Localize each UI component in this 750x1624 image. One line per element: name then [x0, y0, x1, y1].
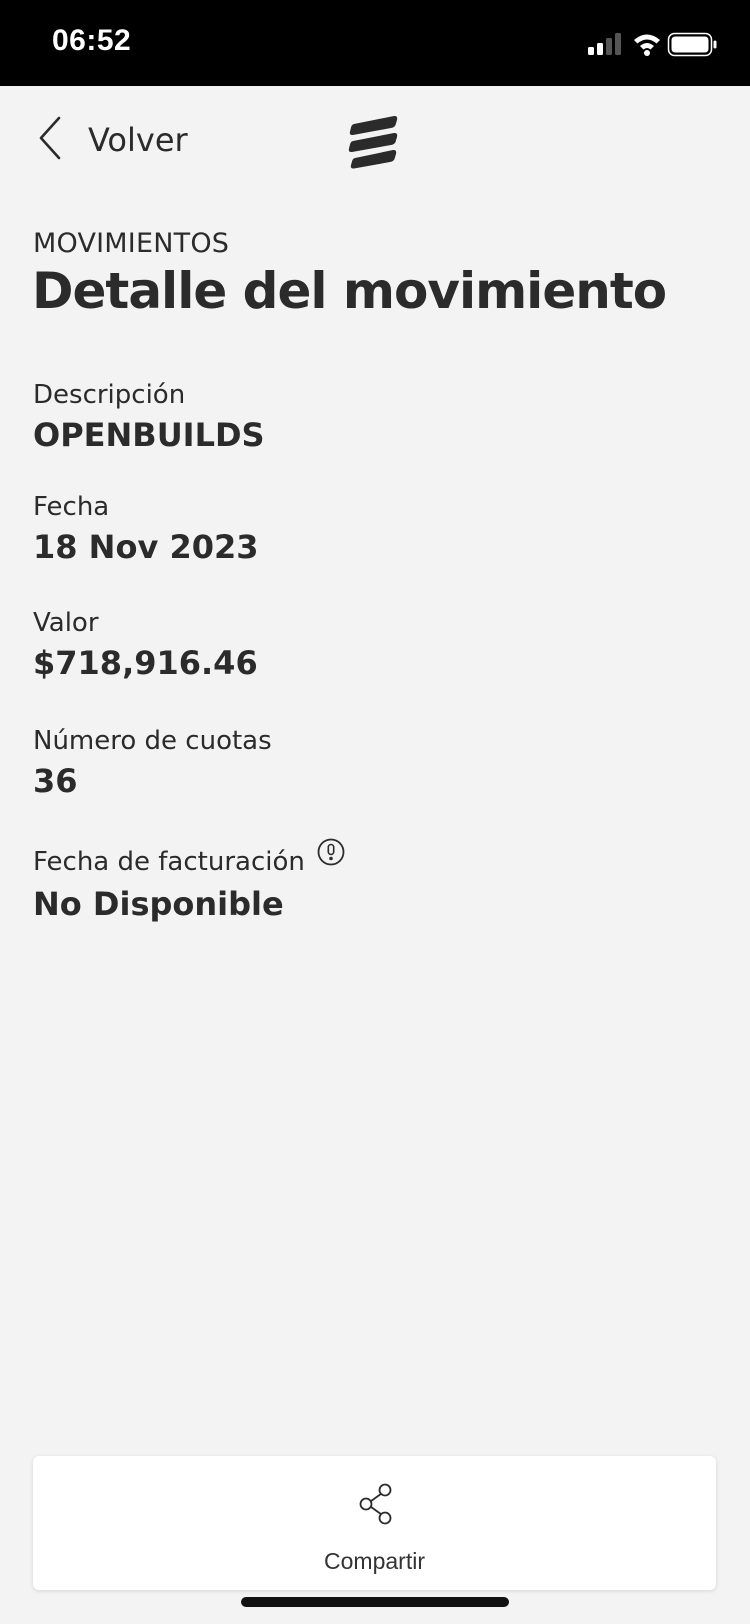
- section-label: MOVIMIENTOS: [33, 228, 230, 259]
- field-descripcion: Descripción OPENBUILDS: [33, 380, 265, 454]
- field-value: No Disponible: [33, 885, 284, 923]
- status-icons: [588, 32, 718, 60]
- field-value: 36: [33, 762, 78, 800]
- field-value: $718,916.46: [33, 644, 258, 682]
- back-button[interactable]: Volver: [38, 112, 188, 168]
- home-indicator[interactable]: [241, 1597, 509, 1607]
- bank-logo-icon: [346, 114, 402, 174]
- page-title: Detalle del movimiento: [32, 262, 667, 320]
- share-label: Compartir: [324, 1548, 425, 1574]
- field-label: Número de cuotas: [33, 726, 272, 756]
- chevron-left-icon: [38, 116, 62, 164]
- field-label: Fecha de facturación: [33, 846, 305, 877]
- status-bar: 06:52: [0, 0, 750, 86]
- share-button[interactable]: Compartir: [33, 1456, 716, 1590]
- status-time: 06:52: [52, 24, 132, 57]
- cellular-signal-icon: [588, 33, 621, 55]
- back-label: Volver: [88, 121, 188, 159]
- field-label-row: Fecha de facturación: [33, 838, 345, 879]
- field-numero-cuotas: Número de cuotas 36: [33, 726, 272, 800]
- navigation-bar: Volver: [0, 86, 750, 196]
- field-fecha: Fecha 18 Nov 2023: [33, 492, 259, 566]
- battery-icon: [667, 32, 717, 57]
- field-valor: Valor $718,916.46: [33, 608, 258, 682]
- exclamation-circle-icon[interactable]: [317, 838, 345, 873]
- field-fecha-facturacion: Fecha de facturación No Disponible: [33, 838, 345, 923]
- field-label: Fecha: [33, 492, 110, 522]
- field-label: Valor: [33, 608, 99, 638]
- field-label: Descripción: [33, 380, 186, 410]
- field-value: 18 Nov 2023: [33, 528, 259, 566]
- wifi-icon: [634, 34, 660, 56]
- share-icon: [358, 1482, 394, 1530]
- field-value: OPENBUILDS: [33, 416, 265, 454]
